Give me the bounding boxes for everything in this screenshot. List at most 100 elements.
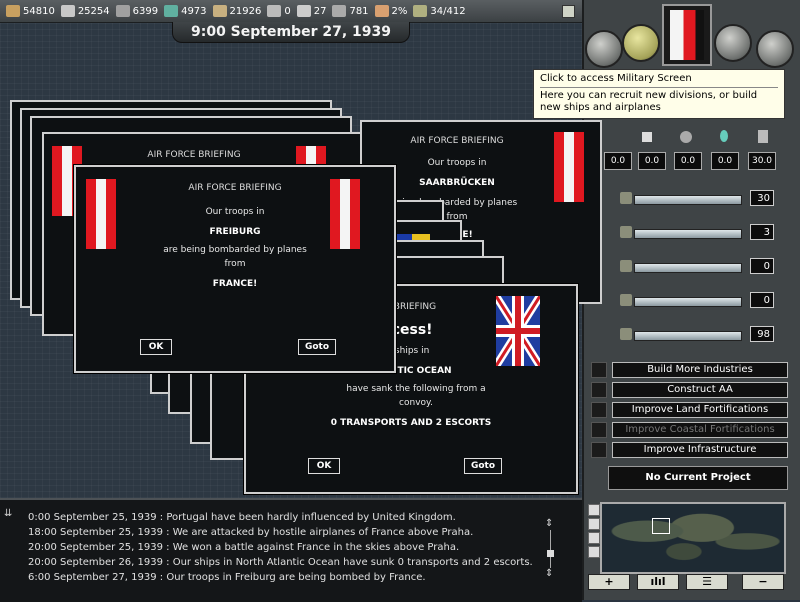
resource-manpower[interactable]: 781 (332, 5, 369, 17)
stat-box: 0.0 (638, 152, 666, 170)
resource-dissent[interactable]: 2% (374, 5, 407, 17)
dialog-result: 0 TRANSPORTS AND 2 ESCORTS (330, 418, 492, 428)
military-screen-button[interactable] (622, 24, 660, 62)
infantry-icon (642, 132, 652, 142)
oil-drop-icon (164, 5, 179, 17)
log-scrollbar[interactable]: ⇕ ⇕ (545, 518, 557, 582)
scroll-up-icon[interactable]: ⇕ (545, 518, 553, 529)
dialog-text: have sank the following from a (346, 384, 486, 394)
collapse-log-icon[interactable]: ⇊ (4, 508, 12, 519)
slider-track[interactable] (634, 297, 742, 307)
minimap-filter-checkbox[interactable] (588, 532, 600, 544)
game-date: 9:00 September 27, 1939 (172, 22, 410, 43)
allocation-icon (620, 294, 632, 306)
steel-icon (60, 5, 75, 17)
resource-money[interactable]: 0 (267, 5, 291, 17)
resource-value: 27 (313, 5, 327, 17)
slider-track[interactable] (634, 229, 742, 239)
resource-bar: 54810 25254 6399 4973 21926 0 27 781 2% 34/412 (0, 0, 582, 23)
project-checkbox[interactable] (591, 382, 607, 398)
dialog-title: AIR FORCE BRIEFING (188, 183, 282, 193)
coal-icon (6, 5, 20, 17)
flag-icon (86, 179, 116, 249)
goto-button[interactable]: Goto (464, 458, 502, 474)
dialog-text: Our troops in (205, 207, 265, 217)
soldier-icon (332, 5, 347, 17)
minimap[interactable] (600, 502, 786, 574)
allocation-slider[interactable]: 30 (620, 188, 778, 210)
allocation-slider[interactable]: 0 (620, 290, 778, 312)
zoom-in-button[interactable]: + (588, 574, 630, 590)
dialog-location: SAARBRÜCKEN (419, 178, 495, 188)
allocation-slider[interactable]: 3 (620, 222, 778, 244)
slider-track[interactable] (634, 195, 742, 205)
fist-icon (374, 5, 389, 17)
map-mode-button[interactable]: ılıl (637, 574, 679, 590)
zoom-out-button[interactable]: − (742, 574, 784, 590)
supplies-icon (212, 5, 227, 17)
stat-box: 30.0 (748, 152, 776, 170)
dialog-text: are being bombarded by planes (163, 245, 307, 255)
flag-icon (330, 179, 360, 249)
factory-icon (413, 5, 428, 17)
resource-value: 781 (349, 5, 369, 17)
slider-value: 0 (750, 292, 774, 308)
project-checkbox[interactable] (591, 402, 607, 418)
tooltip: Click to access Military Screen Here you… (533, 69, 785, 119)
resource-value: 21926 (229, 5, 262, 17)
project-checkbox[interactable] (591, 362, 607, 378)
allocation-slider[interactable]: 98 (620, 324, 778, 346)
stat-box: 0.0 (604, 152, 632, 170)
minimap-filter-checkbox[interactable] (588, 546, 600, 558)
resource-value: 6399 (132, 5, 159, 17)
construct-aa-button[interactable]: Construct AA (612, 382, 788, 398)
coastal-fortifications-button[interactable]: Improve Coastal Fortifications (612, 422, 788, 438)
stat-box: 0.0 (711, 152, 739, 170)
resource-value: 54810 (23, 5, 55, 17)
dialog-text: from (224, 259, 246, 269)
slider-value: 98 (750, 326, 774, 342)
resource-energy[interactable]: 54810 (6, 5, 55, 17)
build-industries-button[interactable]: Build More Industries (612, 362, 788, 378)
resource-rare[interactable]: 6399 (115, 5, 159, 17)
goto-button[interactable]: Goto (298, 339, 336, 355)
intelligence-button[interactable] (756, 30, 794, 68)
slider-value: 30 (750, 190, 774, 206)
land-fortifications-button[interactable]: Improve Land Fortifications (612, 402, 788, 418)
tools-icon (267, 5, 282, 17)
log-entry: 20:00 September 26, 1939 : Our ships in … (28, 557, 533, 568)
allocation-icon (620, 192, 632, 204)
slider-track[interactable] (634, 331, 742, 341)
ok-button[interactable]: OK (308, 458, 340, 474)
project-checkbox[interactable] (591, 422, 607, 438)
diplomacy-button[interactable] (585, 30, 623, 68)
improve-infrastructure-button[interactable]: Improve Infrastructure (612, 442, 788, 458)
resource-oil[interactable]: 4973 (164, 5, 207, 17)
menu-toggle-button[interactable] (562, 5, 575, 18)
ledger-button[interactable]: ☰ (686, 574, 728, 590)
resource-ic[interactable]: 34/412 (413, 5, 466, 17)
tooltip-title: Click to access Military Screen (540, 73, 692, 84)
ok-button[interactable]: OK (140, 339, 172, 355)
minimap-viewport[interactable] (652, 518, 670, 534)
dialog-country: FRANCE! (212, 279, 258, 289)
project-checkbox[interactable] (591, 442, 607, 458)
resource-supplies[interactable]: 21926 (212, 5, 262, 17)
flag-icon (496, 296, 540, 366)
resource-metal[interactable]: 25254 (60, 5, 110, 17)
dialog-title: AIR FORCE BRIEFING (147, 150, 241, 160)
allocation-slider[interactable]: 0 (620, 256, 778, 278)
resource-value: 34/412 (430, 5, 466, 17)
production-button[interactable] (714, 24, 752, 62)
minimap-filter-checkbox[interactable] (588, 518, 600, 530)
nation-flag[interactable] (662, 4, 712, 66)
minimap-filter-checkbox[interactable] (588, 504, 600, 516)
air-force-briefing-dialog: AIR FORCE BRIEFING Our troops in FREIBUR… (74, 165, 396, 373)
resource-transports[interactable]: 27 (296, 5, 327, 17)
slider-track[interactable] (634, 263, 742, 273)
scroll-down-icon[interactable]: ⇕ (545, 568, 553, 579)
resource-value: 0 (284, 5, 291, 17)
scroll-thumb[interactable] (547, 550, 554, 557)
dialog-location: FREIBURG (209, 227, 261, 237)
resource-value: 4973 (181, 5, 207, 17)
